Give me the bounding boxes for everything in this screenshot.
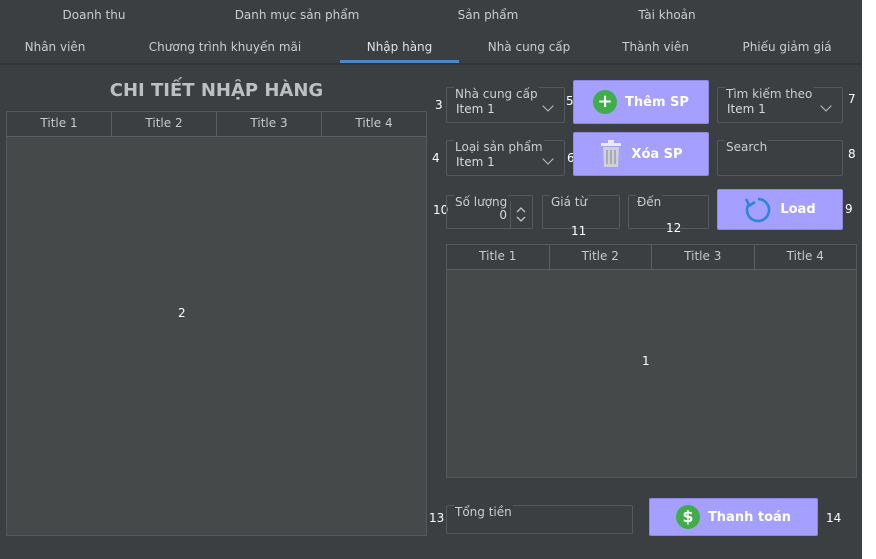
tab-nhan-vien[interactable]: Nhân viên [0,32,110,63]
marker-label: 3 [435,98,443,112]
add-product-button[interactable]: + Thêm SP [573,80,709,124]
quantity-group: Số lượng 0 [446,195,533,229]
marker-label: 2 [178,306,186,320]
total-field [450,514,629,532]
product-table[interactable]: Title 1 Title 2 Title 3 Title 4 [446,244,857,478]
chevron-down-icon [820,100,832,112]
tab-chuong-trinh-khuyen-mai[interactable]: Chương trình khuyến mãi [110,32,340,63]
tab-thanh-vien[interactable]: Thành viên [599,32,712,63]
marker-label: 11 [571,224,587,238]
search-by-select-value: Item 1 [727,102,766,116]
marker-label: 8 [848,147,856,161]
product-type-select-value: Item 1 [456,155,495,169]
trash-icon [601,140,622,167]
tab-row-primary: Doanh thu Danh mục sản phẩm Sản phẩm Tài… [0,0,862,31]
load-button-label: Load [780,202,816,217]
delete-product-button[interactable]: Xóa SP [573,132,709,176]
column-header[interactable]: Title 1 [447,245,550,269]
chevron-down-icon [542,100,554,112]
search-by-group: Tìm kiếm theo Item 1 [717,87,843,123]
supplier-select-value: Item 1 [456,102,495,116]
column-header[interactable]: Title 2 [112,112,217,136]
marker-label: 12 [666,221,682,235]
tab-doanh-thu[interactable]: Doanh thu [0,0,188,31]
chevron-down-icon [542,153,554,165]
column-header[interactable]: Title 3 [652,245,755,269]
tab-san-pham[interactable]: Sản phẩm [406,0,570,31]
quantity-label: Số lượng [454,195,509,209]
column-header[interactable]: Title 4 [755,245,857,269]
search-group: Search [717,140,843,176]
checkout-button-label: Thanh toán [707,509,792,525]
search-by-select[interactable]: Item 1 [722,98,838,120]
import-detail-table-header: Title 1 Title 2 Title 3 Title 4 [7,112,426,137]
marker-label: 14 [826,511,842,525]
import-detail-table[interactable]: Title 1 Title 2 Title 3 Title 4 [6,111,427,536]
tab-danh-muc-san-pham[interactable]: Danh mục sản phẩm [188,0,406,31]
marker-label: 4 [432,151,440,165]
supplier-select[interactable]: Item 1 [451,98,560,120]
quantity-stepper-value[interactable]: 0 [451,208,507,226]
tab-divider [0,63,862,65]
supplier-group: Nhà cung cấp Item 1 [446,87,565,123]
marker-label: 1 [642,354,650,368]
app-window: Doanh thu Danh mục sản phẩm Sản phẩm Tài… [0,0,862,559]
load-button[interactable]: Load [717,189,843,230]
column-header[interactable]: Title 3 [217,112,322,136]
product-type-group: Loại sản phẩm Item 1 [446,140,565,176]
product-type-select[interactable]: Item 1 [451,151,560,173]
stepper-arrows-icon [516,207,526,222]
tab-tai-khoan[interactable]: Tài khoản [570,0,764,31]
tab-nhap-hang[interactable]: Nhập hàng [340,32,459,63]
column-header[interactable]: Title 2 [550,245,652,269]
add-product-button-label: Thêm SP [625,94,689,110]
search-input[interactable] [722,151,838,173]
refresh-icon [745,197,771,222]
page-title: CHI TIẾT NHẬP HÀNG [109,80,324,101]
tab-row-secondary: Nhân viên Chương trình khuyến mãi Nhập h… [0,32,862,63]
tab-phieu-giam-gia[interactable]: Phiếu giảm giá [712,32,862,63]
marker-label: 13 [429,511,445,525]
total-group: Tổng tiền [446,505,633,534]
marker-label: 7 [848,92,856,106]
plus-icon: + [593,90,618,114]
tab-nha-cung-cap[interactable]: Nhà cung cấp [459,32,599,63]
checkout-button[interactable]: $ Thanh toán [649,498,818,536]
marker-label: 9 [845,202,853,216]
dollar-icon: $ [675,505,700,529]
delete-product-button-label: Xóa SP [631,146,683,162]
column-header[interactable]: Title 1 [7,112,112,136]
column-header[interactable]: Title 4 [322,112,426,136]
quantity-stepper-arrows[interactable] [510,201,530,228]
product-table-header: Title 1 Title 2 Title 3 Title 4 [447,245,856,270]
price-from-input[interactable] [546,206,616,226]
